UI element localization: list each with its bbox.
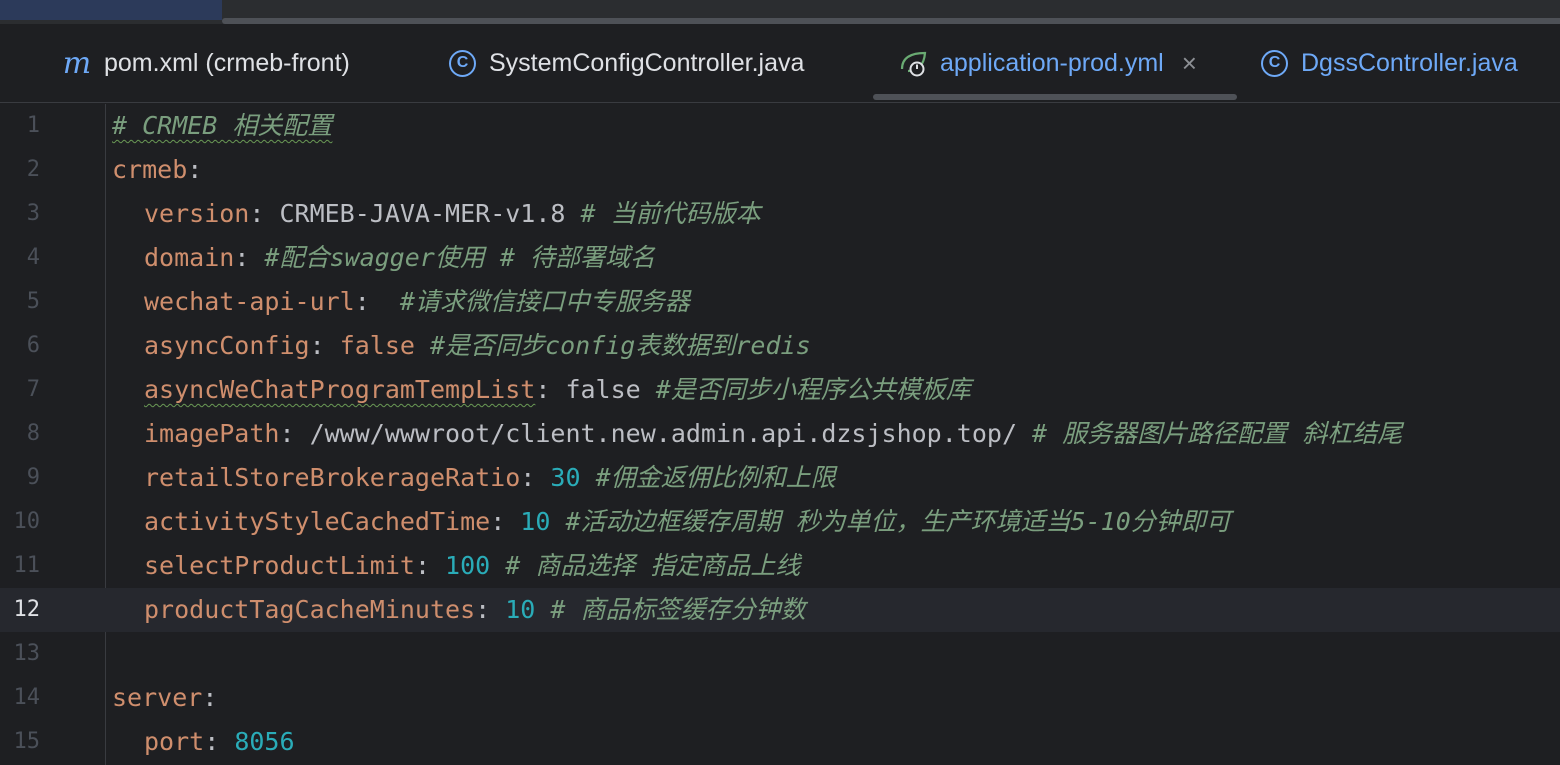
yaml-key: crmeb — [112, 155, 188, 184]
yaml-key: activityStyleCachedTime — [144, 507, 491, 536]
comment: # 当前代码版本 — [565, 199, 761, 228]
line-number: 14 — [13, 685, 41, 710]
code-line[interactable]: 14 server: — [0, 676, 1560, 720]
line-number: 5 — [26, 289, 40, 314]
maven-icon: m — [62, 45, 92, 81]
spring-yaml-icon — [898, 49, 928, 77]
code-line[interactable]: 9 retailStoreBrokerageRatio: 30 #佣金返佣比例和… — [0, 456, 1560, 500]
line-number: 10 — [13, 509, 41, 534]
code-line[interactable]: 15 port: 8056 — [0, 720, 1560, 764]
yaml-value: 8056 — [219, 727, 295, 756]
line-number: 6 — [26, 333, 40, 358]
yaml-value: 100 — [430, 551, 491, 580]
code-line[interactable]: 2 crmeb: — [0, 148, 1560, 192]
yaml-colon: : — [249, 199, 265, 228]
yaml-colon: : — [490, 507, 506, 536]
comment: #活动边框缓存周期 秒为单位，生产环境适当5-10分钟即可 — [550, 507, 1231, 536]
comment: #佣金返佣比例和上限 — [580, 463, 836, 492]
comment: # CRMEB 相关配置 — [112, 111, 333, 140]
tab-label: application-prod.yml — [940, 48, 1164, 77]
line-number: 4 — [26, 245, 40, 270]
yaml-key: asyncWeChatProgramTempList — [144, 375, 536, 404]
comment: # 服务器图片路径配置 斜杠结尾 — [1017, 419, 1403, 448]
comment: #请求微信接口中专服务器 — [369, 287, 690, 316]
line-number: 9 — [26, 465, 40, 490]
yaml-value: false — [324, 331, 415, 360]
tab-system-config-controller[interactable]: C SystemConfigController.java — [448, 24, 804, 102]
yaml-value: 30 — [535, 463, 581, 492]
tab-label: DgssController.java — [1301, 48, 1518, 77]
tab-label: pom.xml (crmeb-front) — [104, 48, 350, 77]
line-number: 12 — [13, 597, 41, 622]
code-line-current[interactable]: 12 productTagCacheMinutes: 10 # 商品标签缓存分钟… — [0, 588, 1560, 632]
yaml-value: 10 — [490, 595, 536, 624]
code-line[interactable]: 4 domain: #配合swagger使用 # 待部署域名 — [0, 236, 1560, 280]
yaml-value: false — [550, 375, 641, 404]
comment: #是否同步小程序公共模板库 — [640, 375, 971, 404]
yaml-key: version — [144, 199, 250, 228]
class-icon: C — [1260, 49, 1289, 78]
yaml-value: CRMEB-JAVA-MER-v1.8 — [264, 199, 566, 228]
yaml-colon: : — [204, 727, 220, 756]
tab-label: SystemConfigController.java — [489, 48, 805, 77]
line-number: 8 — [26, 421, 40, 446]
yaml-colon: : — [187, 155, 203, 184]
code-editor[interactable]: 1 # CRMEB 相关配置 2 crmeb: 3 version: CRMEB… — [0, 104, 1560, 765]
code-line[interactable]: 13 — [0, 632, 1560, 676]
yaml-colon: : — [354, 287, 370, 316]
comment: # 商品选择 指定商品上线 — [490, 551, 801, 580]
line-number: 3 — [26, 201, 40, 226]
line-number: 2 — [26, 157, 40, 182]
yaml-key: server — [112, 683, 203, 712]
active-tab-indicator — [873, 94, 1237, 100]
yaml-colon: : — [414, 551, 430, 580]
yaml-key: port — [144, 727, 205, 756]
line-number: 7 — [26, 377, 40, 402]
yaml-colon: : — [279, 419, 295, 448]
line-number: 13 — [13, 641, 41, 666]
yaml-colon: : — [475, 595, 491, 624]
code-line[interactable]: 1 # CRMEB 相关配置 — [0, 104, 1560, 148]
yaml-key: selectProductLimit — [144, 551, 415, 580]
top-strip — [0, 0, 1560, 24]
line-number: 1 — [26, 113, 40, 138]
yaml-colon: : — [520, 463, 536, 492]
close-tab-button[interactable]: × — [1182, 48, 1197, 79]
code-line[interactable]: 10 activityStyleCachedTime: 10 #活动边框缓存周期… — [0, 500, 1560, 544]
line-number: 15 — [13, 729, 41, 754]
code-line[interactable]: 8 imagePath: /www/wwwroot/client.new.adm… — [0, 412, 1560, 456]
line-number: 11 — [13, 553, 41, 578]
class-icon: C — [448, 49, 477, 78]
window-accent — [0, 0, 222, 20]
comment: #是否同步config表数据到redis — [414, 331, 811, 360]
tab-application-prod-yml[interactable]: application-prod.yml × — [898, 24, 1197, 102]
code-line[interactable]: 3 version: CRMEB-JAVA-MER-v1.8 # 当前代码版本 — [0, 192, 1560, 236]
yaml-colon: : — [535, 375, 551, 404]
yaml-key: retailStoreBrokerageRatio — [144, 463, 521, 492]
yaml-key: productTagCacheMinutes — [144, 595, 476, 624]
comment: # 商品标签缓存分钟数 — [535, 595, 806, 624]
code-line[interactable]: 7 asyncWeChatProgramTempList: false #是否同… — [0, 368, 1560, 412]
tab-pom-xml[interactable]: m pom.xml (crmeb-front) — [62, 24, 350, 102]
yaml-value: /www/wwwroot/client.new.admin.api.dzsjsh… — [294, 419, 1017, 448]
code-line[interactable]: 5 wechat-api-url: #请求微信接口中专服务器 — [0, 280, 1560, 324]
yaml-colon: : — [202, 683, 218, 712]
yaml-colon: : — [234, 243, 250, 272]
editor-tab-bar: m pom.xml (crmeb-front) C SystemConfigCo… — [0, 24, 1560, 103]
code-line[interactable]: 6 asyncConfig: false #是否同步config表数据到redi… — [0, 324, 1560, 368]
yaml-key: imagePath — [144, 419, 280, 448]
yaml-colon: : — [309, 331, 325, 360]
yaml-value: 10 — [505, 507, 551, 536]
code-line[interactable]: 11 selectProductLimit: 100 # 商品选择 指定商品上线 — [0, 544, 1560, 588]
yaml-key: asyncConfig — [144, 331, 310, 360]
tab-dgss-controller[interactable]: C DgssController.java — [1260, 24, 1518, 102]
comment: #配合swagger使用 # 待部署域名 — [249, 243, 655, 272]
yaml-key: domain — [144, 243, 235, 272]
yaml-key: wechat-api-url — [144, 287, 355, 316]
